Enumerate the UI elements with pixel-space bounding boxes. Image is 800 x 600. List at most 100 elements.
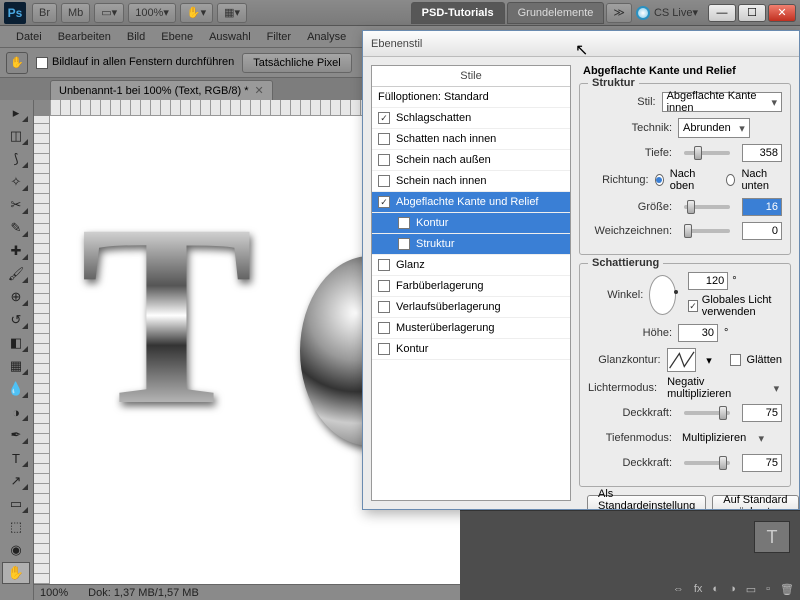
hoehe-value[interactable]: 30 bbox=[678, 324, 718, 342]
mask-icon[interactable]: ◐ bbox=[712, 583, 719, 596]
crop-tool[interactable]: ✂ bbox=[2, 194, 30, 216]
winkel-value[interactable]: 120 bbox=[688, 272, 728, 290]
dodge-tool[interactable]: ◑ bbox=[2, 401, 30, 423]
style-item[interactable]: Kontur bbox=[372, 213, 570, 234]
groesse-slider[interactable] bbox=[684, 205, 730, 209]
actual-pixels-button[interactable]: Tatsächliche Pixel bbox=[242, 53, 351, 73]
style-item[interactable]: Schlagschatten bbox=[372, 108, 570, 129]
wand-tool[interactable]: ✧ bbox=[2, 171, 30, 193]
style-checkbox[interactable] bbox=[378, 133, 390, 145]
maximize-button[interactable]: ☐ bbox=[738, 4, 766, 22]
menu-auswahl[interactable]: Auswahl bbox=[201, 31, 259, 43]
marquee-tool[interactable]: ◫ bbox=[2, 125, 30, 147]
glanzkontur-picker[interactable] bbox=[667, 348, 697, 372]
status-docsize[interactable]: Dok: 1,37 MB/1,57 MB bbox=[88, 587, 199, 599]
folder-icon[interactable]: ▭ bbox=[746, 583, 756, 596]
style-checkbox[interactable] bbox=[378, 196, 390, 208]
eyedropper-tool[interactable]: ✎ bbox=[2, 217, 30, 239]
arrange-button[interactable]: ▦▾ bbox=[217, 3, 247, 23]
screenmode-button[interactable]: ▭▾ bbox=[94, 3, 124, 23]
menu-filter[interactable]: Filter bbox=[259, 31, 299, 43]
nach-unten-radio[interactable] bbox=[726, 174, 735, 186]
pen-tool[interactable]: ✒ bbox=[2, 424, 30, 446]
style-checkbox[interactable] bbox=[378, 112, 390, 124]
fx-icon[interactable]: fx bbox=[694, 583, 703, 596]
reset-default-button[interactable]: Auf Standard zurücksetzen bbox=[712, 495, 799, 509]
style-checkbox[interactable] bbox=[378, 301, 390, 313]
bridge-button[interactable]: Br bbox=[32, 3, 57, 23]
style-checkbox[interactable] bbox=[378, 154, 390, 166]
style-item[interactable]: Verlaufsüberlagerung bbox=[372, 297, 570, 318]
menu-analyse[interactable]: Analyse bbox=[299, 31, 354, 43]
style-checkbox[interactable] bbox=[378, 175, 390, 187]
more-workspaces[interactable]: ≫ bbox=[606, 3, 632, 23]
stamp-tool[interactable]: ⊕ bbox=[2, 286, 30, 308]
tiefe-slider[interactable] bbox=[684, 151, 730, 155]
menu-datei[interactable]: Datei bbox=[8, 31, 50, 43]
deckkraft1-slider[interactable] bbox=[684, 411, 730, 415]
global-light-checkbox[interactable] bbox=[688, 300, 698, 312]
groesse-value[interactable]: 16 bbox=[742, 198, 782, 216]
style-checkbox[interactable] bbox=[378, 259, 390, 271]
gradient-tool[interactable]: ▦ bbox=[2, 355, 30, 377]
menu-bearbeiten[interactable]: Bearbeiten bbox=[50, 31, 119, 43]
stil-select[interactable]: Abgeflachte Kante innen bbox=[662, 92, 782, 112]
style-item[interactable]: Glanz bbox=[372, 255, 570, 276]
weich-value[interactable]: 0 bbox=[742, 222, 782, 240]
lasso-tool[interactable]: ⟆ bbox=[2, 148, 30, 170]
workspace-tab-psd[interactable]: PSD-Tutorials bbox=[411, 2, 505, 24]
nach-oben-radio[interactable] bbox=[655, 174, 664, 186]
close-icon[interactable]: ✕ bbox=[255, 84, 264, 97]
hand-tool-icon[interactable]: ✋ bbox=[6, 52, 28, 74]
weich-slider[interactable] bbox=[684, 229, 730, 233]
style-checkbox[interactable] bbox=[378, 322, 390, 334]
status-zoom[interactable]: 100% bbox=[40, 587, 68, 599]
shape-tool[interactable]: ▭ bbox=[2, 493, 30, 515]
document-tab[interactable]: Unbenannt-1 bei 100% (Text, RGB/8) *✕ bbox=[50, 80, 273, 100]
workspace-tab-grund[interactable]: Grundelemente bbox=[507, 2, 605, 24]
tiefe-value[interactable]: 358 bbox=[742, 144, 782, 162]
glaetten-checkbox[interactable] bbox=[730, 354, 741, 366]
trash-icon[interactable]: 🗑 bbox=[780, 583, 794, 596]
hand-button[interactable]: ✋▾ bbox=[180, 3, 213, 23]
deckkraft1-value[interactable]: 75 bbox=[742, 404, 782, 422]
3d-tool[interactable]: ⬚ bbox=[2, 516, 30, 538]
scroll-all-checkbox[interactable]: Bildlauf in allen Fenstern durchführen bbox=[36, 56, 234, 68]
deckkraft2-slider[interactable] bbox=[684, 461, 730, 465]
style-checkbox[interactable] bbox=[398, 238, 410, 250]
link-icon[interactable]: ⇔ bbox=[673, 583, 684, 596]
tiefenmodus-select[interactable]: Multiplizieren bbox=[678, 428, 768, 448]
zoom-level[interactable]: 100% ▾ bbox=[128, 3, 176, 23]
menu-ebene[interactable]: Ebene bbox=[153, 31, 201, 43]
lichtermodus-select[interactable]: Negativ multiplizieren bbox=[663, 378, 783, 398]
deckkraft2-value[interactable]: 75 bbox=[742, 454, 782, 472]
style-item[interactable]: Abgeflachte Kante und Relief bbox=[372, 192, 570, 213]
brush-tool[interactable]: 🖌 bbox=[2, 263, 30, 285]
eraser-tool[interactable]: ◧ bbox=[2, 332, 30, 354]
ruler-vertical[interactable] bbox=[34, 116, 50, 584]
move-tool[interactable]: ▸ bbox=[2, 102, 30, 124]
style-item[interactable]: Farbüberlagerung bbox=[372, 276, 570, 297]
hand-tool[interactable]: ✋ bbox=[2, 562, 30, 584]
style-item[interactable]: Struktur bbox=[372, 234, 570, 255]
heal-tool[interactable]: ✚ bbox=[2, 240, 30, 262]
style-item[interactable]: Schein nach innen bbox=[372, 171, 570, 192]
cs-live-button[interactable]: CS Live ▾ bbox=[636, 6, 698, 20]
style-checkbox[interactable] bbox=[378, 343, 390, 355]
style-item[interactable]: Kontur bbox=[372, 339, 570, 360]
history-brush-tool[interactable]: ↺ bbox=[2, 309, 30, 331]
adjust-icon[interactable]: ◑ bbox=[729, 583, 736, 596]
new-icon[interactable]: ▫ bbox=[766, 583, 770, 596]
type-tool[interactable]: T bbox=[2, 447, 30, 469]
style-item[interactable]: Fülloptionen: Standard bbox=[372, 87, 570, 108]
close-button[interactable]: ✕ bbox=[768, 4, 796, 22]
style-checkbox[interactable] bbox=[398, 217, 410, 229]
minibridge-button[interactable]: Mb bbox=[61, 3, 90, 23]
technik-select[interactable]: Abrunden bbox=[678, 118, 750, 138]
style-item[interactable]: Schein nach außen bbox=[372, 150, 570, 171]
menu-bild[interactable]: Bild bbox=[119, 31, 153, 43]
set-default-button[interactable]: Als Standardeinstellung festlegen bbox=[587, 495, 706, 509]
style-item[interactable]: Musterüberlagerung bbox=[372, 318, 570, 339]
angle-dial[interactable] bbox=[649, 275, 676, 315]
style-checkbox[interactable] bbox=[378, 280, 390, 292]
